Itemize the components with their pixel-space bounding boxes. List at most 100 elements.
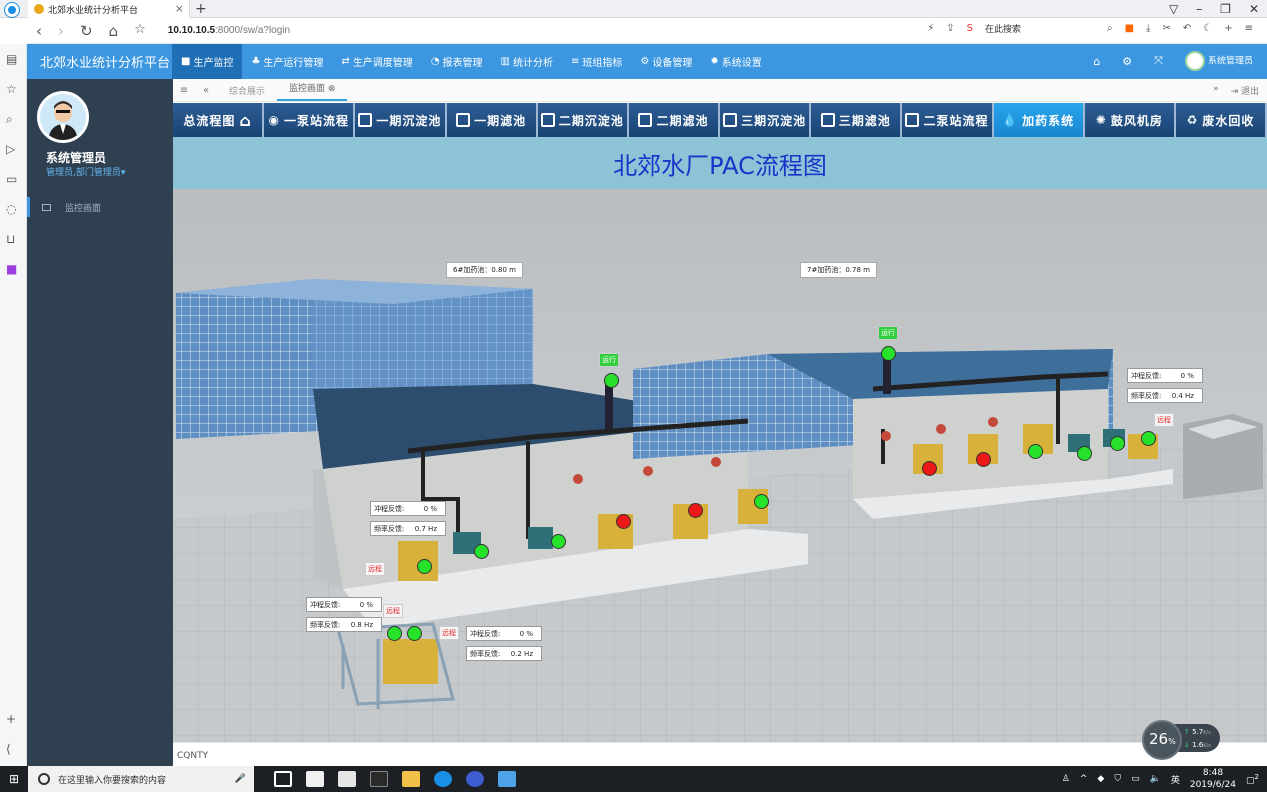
pin-icon[interactable]: ▽ [1169,0,1178,18]
fullscreen-icon[interactable]: ⤧ [1154,54,1163,68]
pump4-status-dot[interactable] [922,461,937,476]
pump3-status-dot[interactable] [754,494,769,509]
mixer6-status-dot[interactable] [604,373,619,388]
search-icon[interactable]: ⌕ [1107,23,1113,34]
process-tab-blower[interactable]: ✺ 鼓风机房 [1084,103,1176,137]
notification-icon[interactable]: ▢2 [1246,773,1259,786]
browser-tab[interactable]: 北郊水业统计分析平台 × [28,0,190,18]
app-icon[interactable] [498,771,516,787]
bookmark-star-icon[interactable]: ☆ [134,22,146,40]
sidebar-item-monitor[interactable]: 监控画面 [27,197,173,217]
avatar[interactable] [37,91,89,143]
wps-icon[interactable] [466,771,484,787]
reload-icon[interactable]: ↻ [80,22,93,40]
terminal-icon[interactable] [370,771,388,787]
undo-icon[interactable]: ↶ [1183,23,1191,34]
back-icon[interactable]: ‹ [36,22,42,40]
pump-d-status-dot[interactable] [1141,431,1156,446]
minimize-icon[interactable]: – [1196,0,1202,18]
maximize-icon[interactable]: ❐ [1220,0,1231,18]
close-tab-icon[interactable]: × [175,2,184,15]
process-tab-dosing[interactable]: 💧 加药系统 [993,103,1085,137]
motor1-status-dot[interactable] [474,544,489,559]
menu-production-monitor[interactable]: ■ 生产监控 [172,44,243,79]
motor2-status-dot[interactable] [551,534,566,549]
night-mode-icon[interactable]: ☾ [1203,23,1212,34]
user-role-dropdown[interactable]: 管理员,部门管理员▾ [46,165,125,178]
chat-icon[interactable]: ◌ [6,202,16,216]
mixer7-status-dot[interactable] [881,346,896,361]
menu-team-kpi[interactable]: ≡ 班组指标 [562,44,631,79]
windows-start-icon[interactable]: ⊞ [0,772,28,786]
process-tab-sed1[interactable]: 一期沉淀池 [355,103,447,137]
url-field[interactable]: 10.10.10.5:8000/sw/a?login [168,25,290,36]
pump6-status-dot[interactable] [1028,444,1043,459]
mail-icon[interactable] [338,771,356,787]
tab-overview[interactable]: 综合展示 [217,84,277,97]
people-icon[interactable]: ♙ [1062,774,1070,784]
menu-production-ops[interactable]: ♣ 生产运行管理 [242,44,332,79]
process-tab-pump1[interactable]: ◉ 一泵站流程 [264,103,356,137]
network-icon[interactable]: ▭ [1131,774,1140,784]
reader-icon[interactable]: ▤ [6,52,17,66]
pump1-status-dot[interactable] [616,514,631,529]
browser-search-input[interactable]: 在此搜索 [985,22,1095,35]
store-icon[interactable] [306,771,324,787]
menu-settings[interactable]: ✹ 系统设置 [701,44,770,79]
tab-monitor[interactable]: 监控画面 ⊗ [277,79,348,101]
security-icon[interactable]: ◆ [1097,774,1104,784]
collapse-icon[interactable]: ⟨ [6,742,11,756]
add-panel-icon[interactable]: + [6,712,16,726]
ime-indicator[interactable]: 英 [1171,773,1180,786]
toggle-menu-icon[interactable]: ≡ [173,85,195,96]
game-icon[interactable]: ■ [1125,23,1134,34]
user-menu[interactable]: 系统管理员 [1184,51,1253,71]
pump5-status-dot[interactable] [976,452,991,467]
search-engine-icon[interactable]: S [967,23,973,34]
tabs-next-icon[interactable]: » [1213,84,1219,97]
motor3-status-dot[interactable] [1077,446,1092,461]
process-tab-sed3[interactable]: 三期沉淀池 [720,103,812,137]
network-speed-widget[interactable]: 26% ↑ 5.7K/s ↓ 1.6K/s [1142,720,1222,760]
pump-b1-status-dot[interactable] [387,626,402,641]
clock[interactable]: 8:48 2019/6/24 [1190,767,1236,791]
shield-icon[interactable]: ⛉ [1114,774,1121,784]
process-tab-filter2[interactable]: 二期滤池 [628,103,721,137]
task-view-icon[interactable] [274,771,292,787]
settings-icon[interactable]: ⚙ [1122,55,1132,68]
video-icon[interactable]: ▷ [6,142,15,156]
pump2-status-dot[interactable] [688,503,703,518]
menu-statistics[interactable]: ▥ 统计分析 [492,44,562,79]
download-icon[interactable]: ⤓ [1146,23,1150,34]
home-icon[interactable]: ⌂ [109,22,119,40]
close-window-icon[interactable]: ✕ [1249,0,1259,18]
process-tab-overview[interactable]: 总流程图 ⌂ [173,103,265,137]
menu-reports[interactable]: ◔ 报表管理 [422,44,492,79]
volume-icon[interactable]: 🔈 [1150,774,1161,784]
menu-dispatch[interactable]: ⇄ 生产调度管理 [332,44,421,79]
logout-button[interactable]: ⇥ 退出 [1231,84,1259,97]
browser-taskbar-icon[interactable] [434,771,452,787]
taskbar-search-input[interactable]: 在这里输入你要搜索的内容 🎤 [28,766,254,792]
lightning-icon[interactable]: ⚡ [927,23,934,34]
file-explorer-icon[interactable] [402,771,420,787]
share-icon[interactable]: ⇪ [946,23,954,34]
favorites-icon[interactable]: ☆ [6,82,17,96]
motor4-status-dot[interactable] [1110,436,1125,451]
menu-equipment[interactable]: ⚙ 设备管理 [631,44,701,79]
new-tab-button[interactable]: + [195,0,207,18]
translate-icon[interactable]: ■ [6,262,17,276]
process-tab-filter1[interactable]: 一期滤池 [446,103,538,137]
live-icon[interactable]: ▭ [6,172,17,186]
forward-icon[interactable]: › [58,22,64,40]
pump-b2-status-dot[interactable] [407,626,422,641]
menu-icon[interactable]: ≡ [1245,23,1253,34]
pump-a-status-dot[interactable] [417,559,432,574]
add-icon[interactable]: + [1224,23,1232,34]
process-tab-sed2[interactable]: 二期沉淀池 [537,103,629,137]
tray-chevron-icon[interactable]: ^ [1080,774,1088,784]
sidebar-search-icon[interactable]: ⌕ [6,112,13,127]
tabs-prev-icon[interactable]: « [195,85,217,96]
process-tab-filter3[interactable]: 三期滤池 [811,103,903,137]
process-tab-pump2[interactable]: 二泵站流程 [902,103,994,137]
